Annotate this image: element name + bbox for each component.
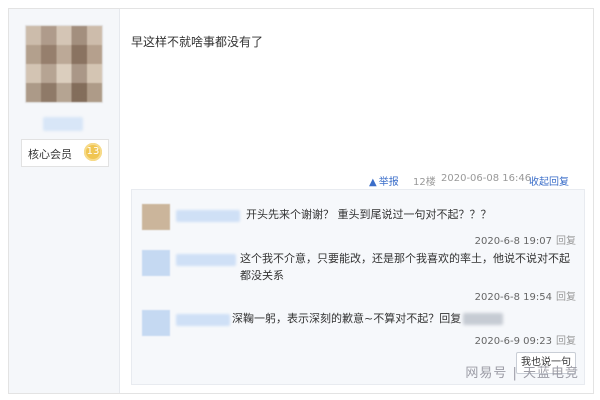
collapse-replies-link[interactable]: 收起回复 [529, 173, 569, 188]
reply-list: 开头先来个谢谢？ 重头到尾说过一句对不起？？？ 2020-6-8 19:07 回复… [131, 189, 585, 385]
avatar[interactable] [25, 25, 103, 103]
reply-text: 这个我不介意，只要能改，还是那个我喜欢的率土，他说不说对不起都没关系 [240, 252, 570, 282]
member-badge: 核心会员 13 [21, 139, 109, 167]
post-card: 核心会员 13 早这样不就啥事都没有了 ▲ 举报 12楼 2020-06-08 1… [8, 8, 594, 394]
list-item: 这个我不介意，只要能改，还是那个我喜欢的率土，他说不说对不起都没关系 2020-… [132, 248, 584, 304]
username-blurred[interactable] [43, 117, 83, 131]
reply-action[interactable]: 回复 [556, 236, 576, 247]
reply-username-blurred[interactable] [176, 210, 240, 222]
list-item: 深鞠一躬，表示深刻的歉意~不算对不起？回复 2020-6-9 09:23 回复 [132, 308, 584, 358]
post-time: 2020-06-08 16:46 [441, 173, 532, 184]
list-item: 开头先来个谢谢？ 重头到尾说过一句对不起？？？ 2020-6-8 19:07 回复 [132, 202, 584, 252]
reply-username-blurred[interactable] [176, 254, 236, 266]
reply-text: 开头先来个谢谢？ 重头到尾说过一句对不起？？？ [246, 208, 492, 221]
reply-action[interactable]: 回复 [556, 336, 576, 347]
reply-time: 2020-6-8 19:54 [474, 292, 552, 303]
reply-meta: 2020-6-9 09:23 回复 [475, 332, 576, 347]
post-content: 早这样不就啥事都没有了 [131, 35, 264, 49]
reply-action[interactable]: 回复 [556, 292, 576, 303]
floor-number: 12楼 [413, 177, 436, 188]
member-label: 核心会员 [28, 148, 72, 161]
reply-avatar[interactable] [142, 310, 170, 336]
mention-blurred[interactable] [463, 313, 504, 325]
medal-icon: 13 [84, 143, 102, 161]
reply-avatar[interactable] [142, 204, 170, 230]
report-link[interactable]: ▲ 举报 [369, 173, 399, 188]
post-meta: ▲ 举报 12楼 2020-06-08 16:46 收起回复 [9, 171, 593, 189]
user-panel: 核心会员 13 [9, 9, 120, 393]
reply-meta: 2020-6-8 19:07 回复 [475, 232, 576, 247]
reply-time: 2020-6-8 19:07 [474, 236, 552, 247]
reply-username-blurred[interactable] [176, 314, 230, 326]
reply-time: 2020-6-9 09:23 [474, 336, 552, 347]
reply-text: 深鞠一躬，表示深刻的歉意~不算对不起？回复 [232, 312, 462, 325]
reply-text-row: 深鞠一躬，表示深刻的歉意~不算对不起？回复 [232, 310, 576, 327]
reply-meta: 2020-6-8 19:54 回复 [475, 288, 576, 303]
watermark: 网易号 | 天蓝电竞 [465, 366, 579, 381]
report-label: 举报 [378, 177, 399, 188]
reply-avatar[interactable] [142, 250, 170, 276]
warning-icon: ▲ [369, 177, 377, 188]
